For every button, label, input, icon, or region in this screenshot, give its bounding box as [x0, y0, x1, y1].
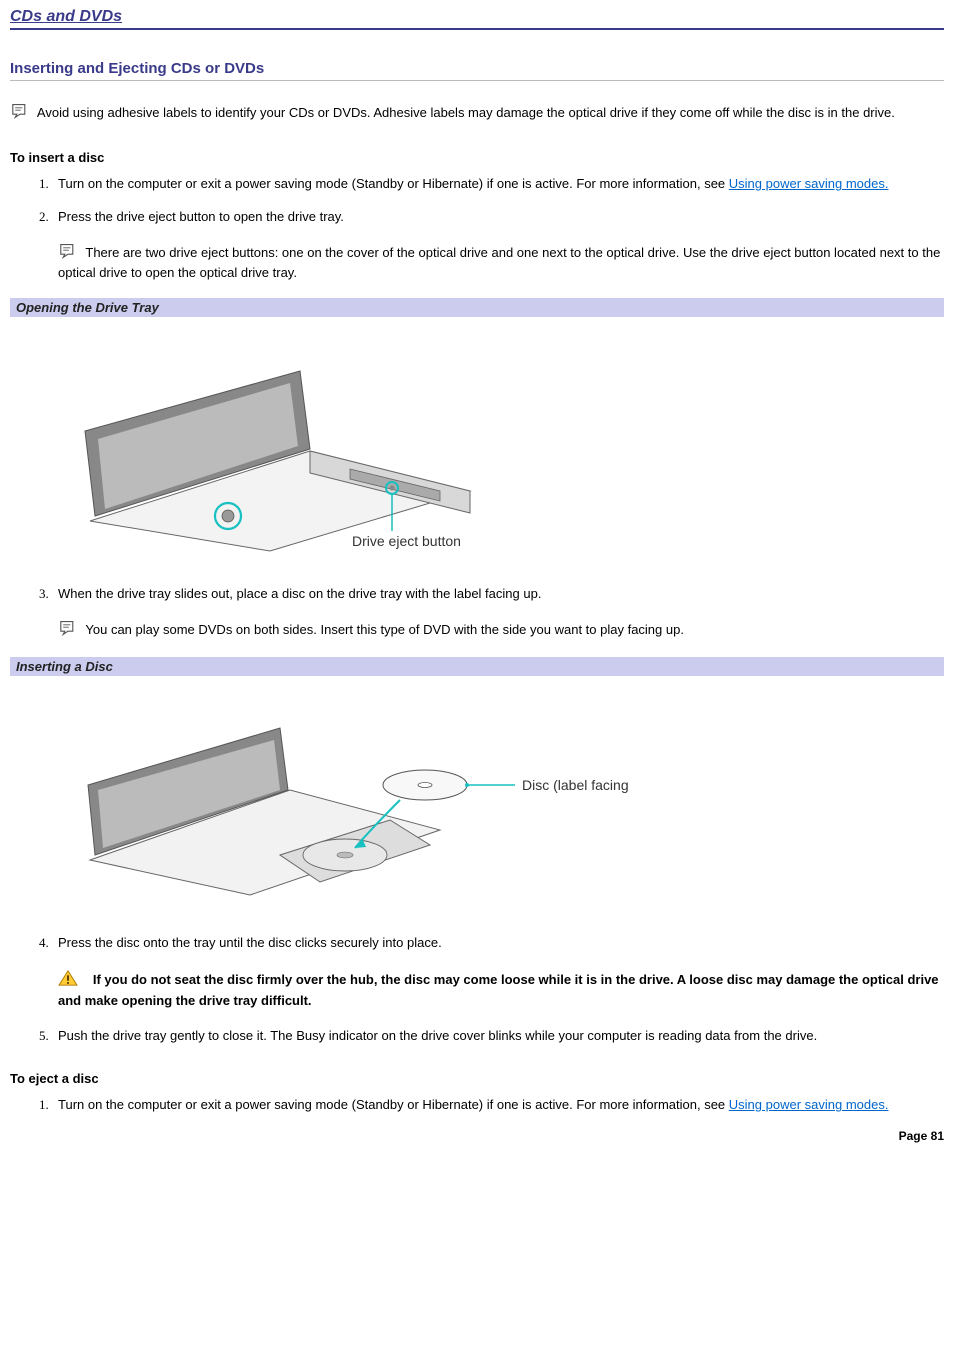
figure-2-label: Disc (label facing up)	[522, 777, 630, 793]
insert-heading: To insert a disc	[10, 150, 944, 165]
insert-step-3: When the drive tray slides out, place a …	[52, 585, 944, 641]
insert-step-3-text: When the drive tray slides out, place a …	[58, 586, 541, 601]
note-icon	[10, 103, 30, 124]
intro-note: Avoid using adhesive labels to identify …	[10, 103, 944, 124]
eject-step-1-text: Turn on the computer or exit a power sav…	[58, 1097, 729, 1112]
step-2-note: There are two drive eject buttons: one o…	[58, 243, 944, 282]
insert-step-2: Press the drive eject button to open the…	[52, 208, 944, 282]
insert-step-5-text: Push the drive tray gently to close it. …	[58, 1028, 817, 1043]
insert-step-5: Push the drive tray gently to close it. …	[52, 1027, 944, 1046]
insert-steps-cont: When the drive tray slides out, place a …	[10, 585, 944, 641]
step-3-note-text: You can play some DVDs on both sides. In…	[85, 622, 684, 637]
insert-step-2-text: Press the drive eject button to open the…	[58, 209, 344, 224]
step-3-note: You can play some DVDs on both sides. In…	[58, 620, 944, 641]
step-2-note-text: There are two drive eject buttons: one o…	[58, 245, 940, 280]
eject-step-1: Turn on the computer or exit a power sav…	[52, 1096, 944, 1115]
figure-1-heading: Opening the Drive Tray	[10, 298, 944, 317]
figure-1-label: Drive eject button	[352, 533, 461, 549]
page-number: Page 81	[10, 1129, 944, 1143]
note-icon	[58, 620, 78, 641]
insert-step-4: Press the disc onto the tray until the d…	[52, 934, 944, 1010]
insert-step-1-text: Turn on the computer or exit a power sav…	[58, 176, 729, 191]
eject-heading: To eject a disc	[10, 1071, 944, 1086]
figure-2-heading: Inserting a Disc	[10, 657, 944, 676]
warning-icon	[58, 969, 78, 992]
step-4-warning-text: If you do not seat the disc firmly over …	[58, 972, 939, 1008]
section-title: Inserting and Ejecting CDs or DVDs	[10, 60, 944, 81]
page-title: CDs and DVDs	[10, 8, 944, 30]
figure-opening-drive-tray: Drive eject button	[70, 341, 944, 561]
insert-step-1: Turn on the computer or exit a power sav…	[52, 175, 944, 194]
note-icon	[58, 243, 78, 264]
figure-inserting-disc: Disc (label facing up)	[70, 700, 944, 910]
link-power-saving-modes[interactable]: Using power saving modes.	[729, 176, 889, 191]
insert-step-4-text: Press the disc onto the tray until the d…	[58, 935, 442, 950]
step-4-warning: If you do not seat the disc firmly over …	[58, 969, 944, 1010]
intro-note-text: Avoid using adhesive labels to identify …	[37, 105, 895, 120]
insert-steps: Turn on the computer or exit a power sav…	[10, 175, 944, 282]
link-power-saving-modes-2[interactable]: Using power saving modes.	[729, 1097, 889, 1112]
eject-steps: Turn on the computer or exit a power sav…	[10, 1096, 944, 1115]
insert-steps-cont2: Press the disc onto the tray until the d…	[10, 934, 944, 1045]
